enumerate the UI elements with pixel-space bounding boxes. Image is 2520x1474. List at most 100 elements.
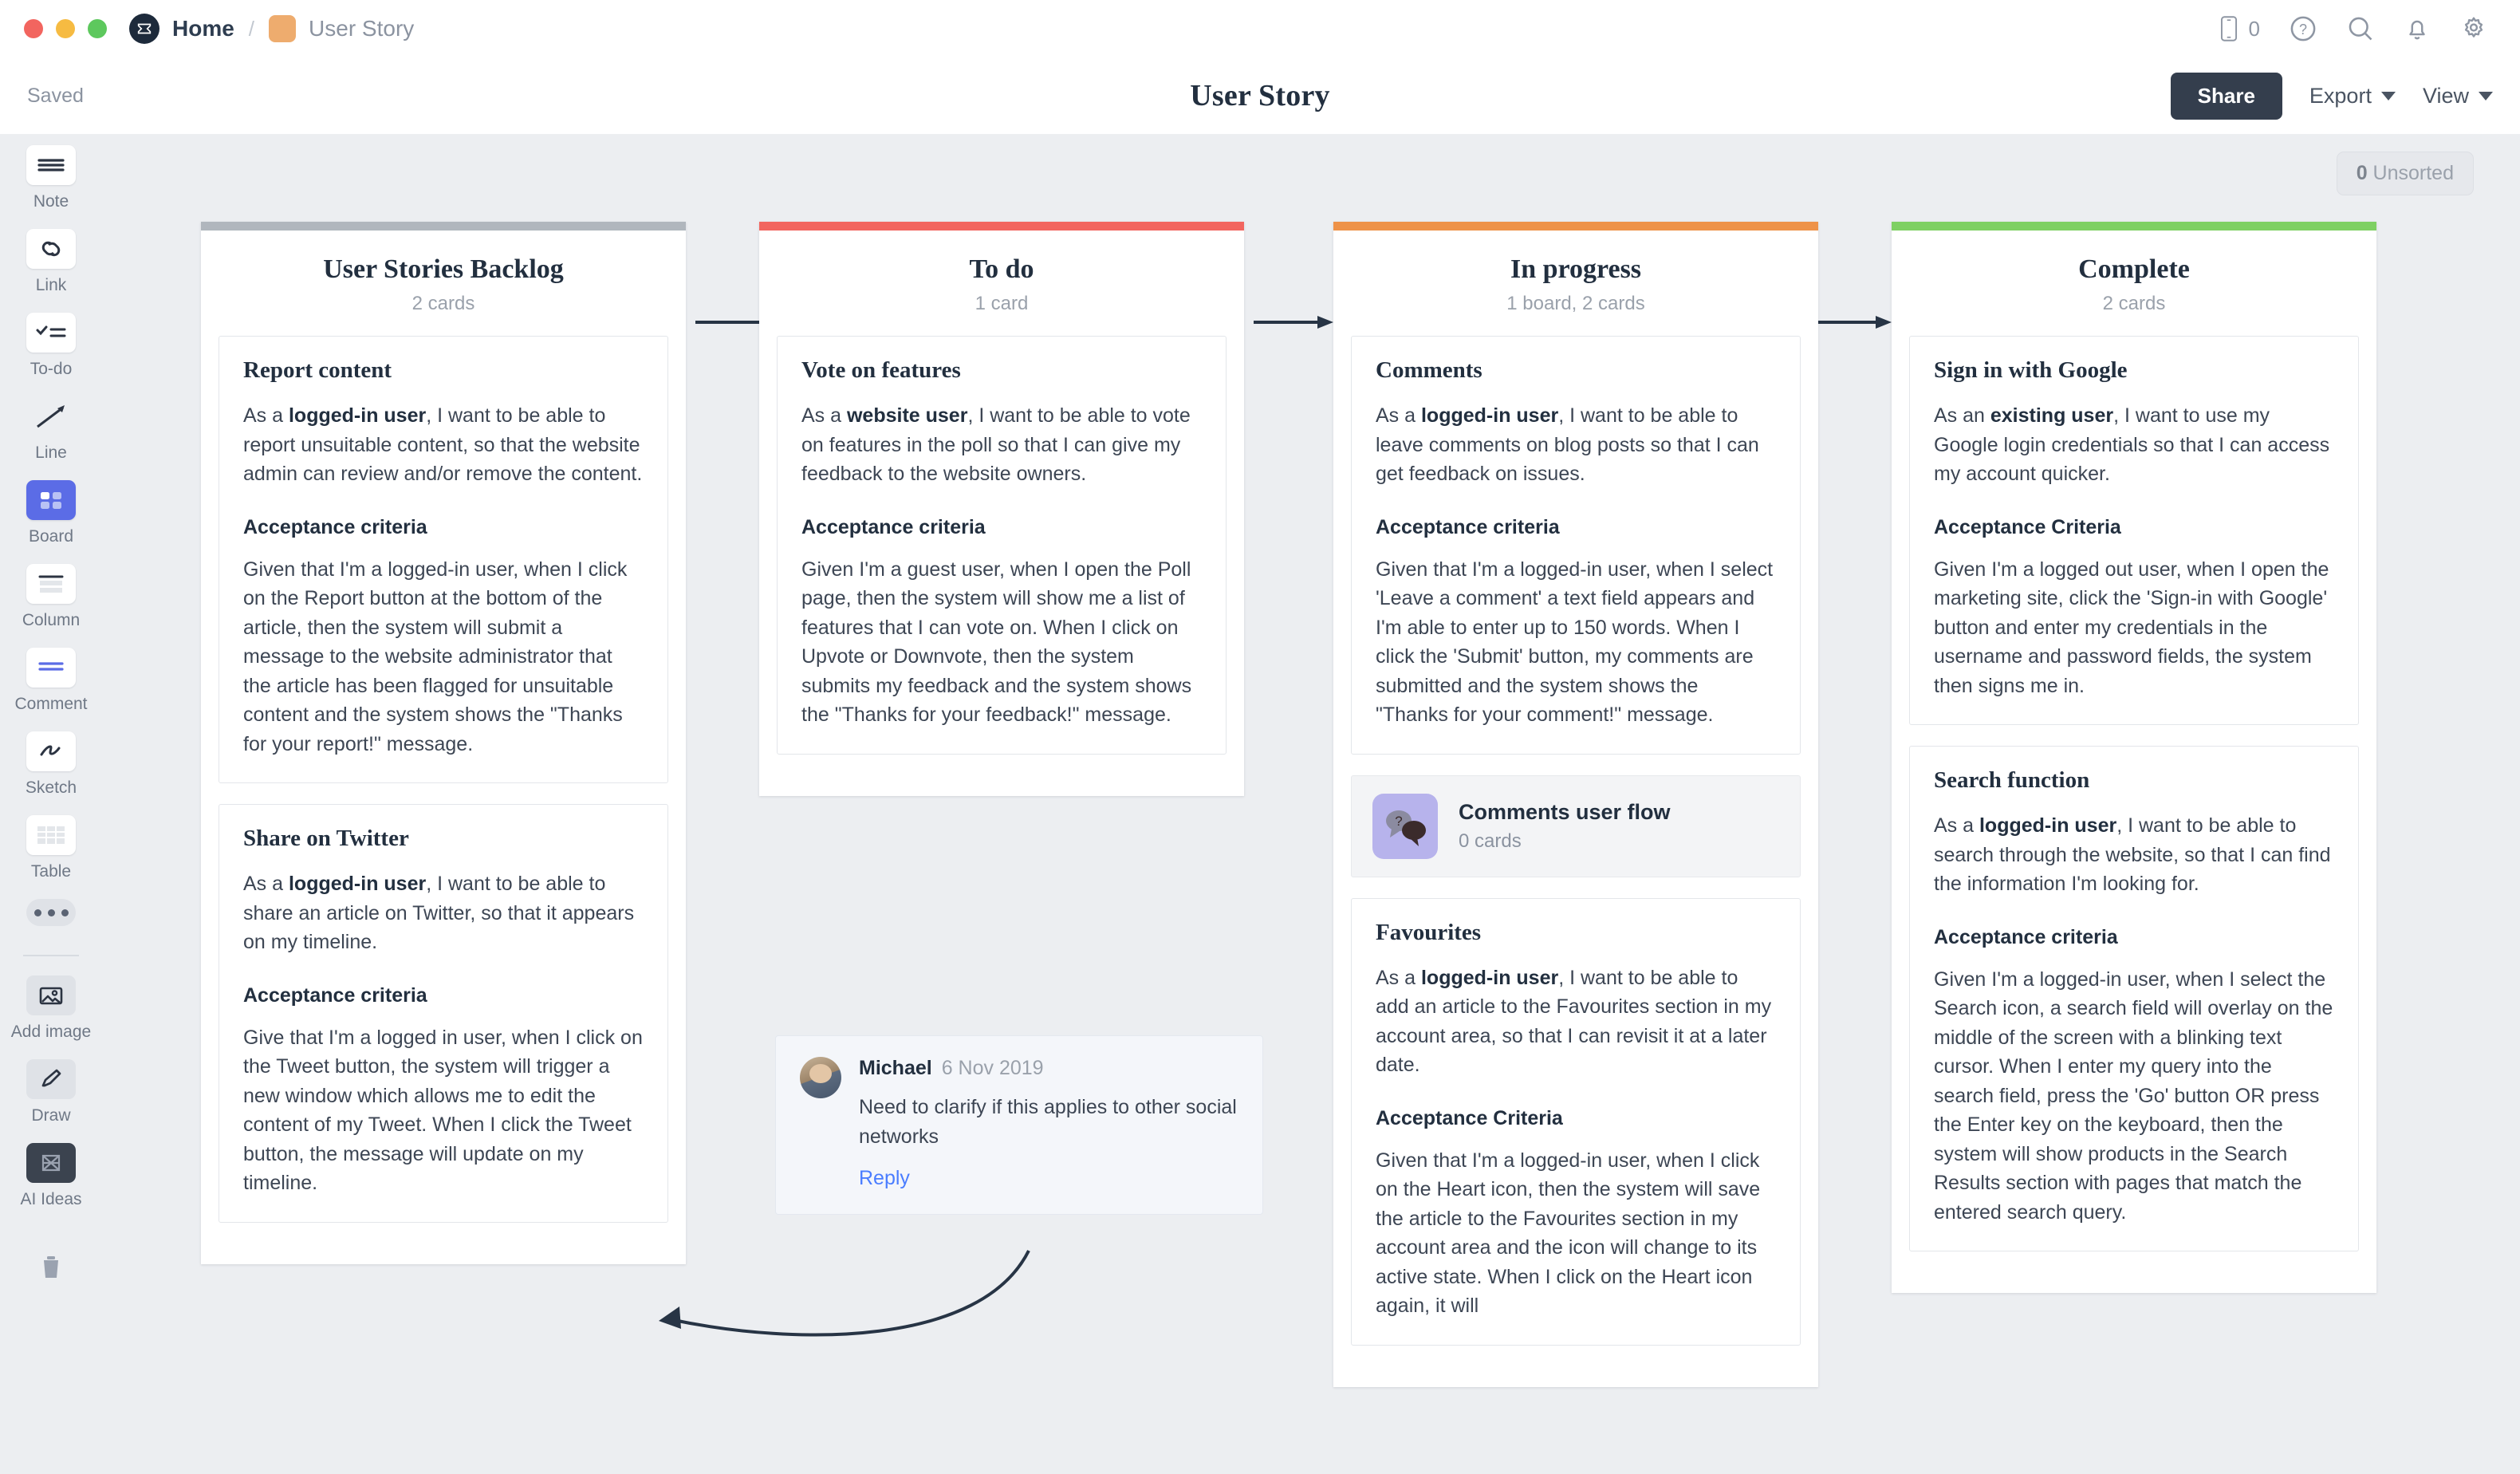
tool-todo-label: To-do (30, 360, 73, 378)
ai-ideas-icon (26, 1143, 76, 1183)
tool-board[interactable]: Board (0, 480, 102, 546)
sub-header: Saved User Story Share Export View (0, 57, 2520, 134)
link-icon (26, 229, 76, 269)
help-icon[interactable]: ? (2289, 14, 2317, 43)
column-title: To do (969, 254, 1034, 284)
card-criteria-heading: Acceptance criteria (1934, 925, 2118, 948)
card-criteria-heading: Acceptance criteria (1376, 515, 1560, 538)
maximize-window-button[interactable] (88, 19, 107, 38)
board-column-in-progress[interactable]: In progress 1 board, 2 cards Comments As… (1333, 222, 1818, 1387)
tool-ai-ideas[interactable]: AI Ideas (0, 1143, 102, 1209)
story-card[interactable]: Sign in with Google As an existing user,… (1909, 336, 2359, 725)
board-column-backlog[interactable]: User Stories Backlog 2 cards Report cont… (201, 222, 686, 1264)
story-card[interactable]: Search function As a logged-in user, I w… (1909, 746, 2359, 1251)
todo-icon (26, 313, 76, 353)
title-bar: Home / User Story 0 ? (0, 0, 2520, 57)
tool-sketch[interactable]: Sketch (0, 731, 102, 798)
column-accent-bar (1333, 222, 1818, 231)
card-criteria-text: Given I'm a logged out user, when I open… (1934, 558, 2329, 697)
story-card[interactable]: Report content As a logged-in user, I wa… (219, 336, 668, 783)
gear-icon[interactable] (2459, 14, 2488, 43)
tool-todo[interactable]: To-do (0, 313, 102, 379)
board-canvas[interactable]: 0 Unsorted Note Link To-do Line Board Co… (0, 134, 2520, 1474)
minimize-window-button[interactable] (56, 19, 75, 38)
column-icon (26, 564, 76, 604)
card-title: Vote on features (801, 357, 961, 383)
title-bar-actions: 0 ? (2217, 14, 2496, 43)
app-window: Home / User Story 0 ? Saved User Story S… (0, 0, 2520, 1474)
image-icon (26, 975, 76, 1015)
tool-draw[interactable]: Draw (0, 1059, 102, 1125)
note-icon (26, 145, 76, 185)
card-criteria-text: Given that I'm a logged-in user, when I … (1376, 1149, 1761, 1318)
tool-board-label: Board (28, 527, 74, 546)
sketch-icon (26, 731, 76, 771)
board-tile-info: Comments user flow 0 cards (1459, 800, 1671, 853)
column-accent-bar (201, 222, 686, 231)
tool-add-image-label: Add image (10, 1023, 92, 1041)
comment-reply-link[interactable]: Reply (859, 1167, 910, 1190)
comment-icon (26, 648, 76, 688)
search-icon[interactable] (2346, 14, 2375, 43)
column-body: Sign in with Google As an existing user,… (1892, 336, 2376, 1293)
comment-date: 6 Nov 2019 (941, 1057, 1044, 1079)
comment-body: Need to clarify if this applies to other… (859, 1096, 1237, 1148)
story-card[interactable]: Comments As a logged-in user, I want to … (1351, 336, 1801, 755)
card-title: Search function (1934, 767, 2090, 793)
card-title: Favourites (1376, 919, 1482, 945)
avatar (800, 1057, 841, 1098)
story-card[interactable]: Favourites As a logged-in user, I want t… (1351, 897, 1801, 1346)
card-title: Sign in with Google (1934, 357, 2128, 383)
comment-content: Michael 6 Nov 2019 Need to clarify if thi… (859, 1057, 1238, 1190)
column-title: In progress (1510, 254, 1642, 284)
tool-line[interactable]: Line (0, 396, 102, 463)
tool-draw-label: Draw (31, 1106, 71, 1125)
breadcrumb-home[interactable]: Home (172, 16, 234, 41)
board-column-todo[interactable]: To do 1 card Vote on features As a websi… (759, 222, 1244, 796)
card-criteria-text: Give that I'm a logged in user, when I c… (243, 1026, 643, 1195)
more-icon (26, 899, 76, 926)
left-toolbar: Note Link To-do Line Board Column Commen… (0, 134, 102, 1474)
card-story: As a logged-in user, I want to be able t… (1376, 404, 1759, 485)
story-card[interactable]: Vote on features As a website user, I wa… (777, 336, 1227, 755)
column-count: 2 cards (411, 293, 475, 314)
tool-table[interactable]: Table (0, 815, 102, 881)
column-header: Complete 2 cards (1892, 231, 2376, 336)
bell-icon[interactable] (2404, 14, 2431, 43)
board-icon (26, 480, 76, 520)
board-thumbnail-icon: ? (1372, 793, 1438, 859)
column-header: In progress 1 board, 2 cards (1333, 231, 1818, 336)
app-logo-icon[interactable] (129, 14, 159, 44)
column-title: User Stories Backlog (323, 254, 564, 284)
breadcrumb-document[interactable]: User Story (309, 16, 414, 41)
unsorted-badge[interactable]: 0 Unsorted (2336, 152, 2474, 195)
card-story: As a logged-in user, I want to be able t… (243, 873, 635, 953)
page-title: User Story (1190, 79, 1330, 112)
nested-board-tile[interactable]: ? Comments user flow 0 cards (1351, 774, 1801, 877)
tool-line-label: Line (35, 443, 67, 462)
device-icon[interactable] (2217, 15, 2241, 42)
unsorted-count: 0 (2356, 162, 2368, 184)
board-column-complete[interactable]: Complete 2 cards Sign in with Google As … (1892, 222, 2376, 1293)
column-count: 1 card (975, 293, 1029, 314)
story-card[interactable]: Share on Twitter As a logged-in user, I … (219, 804, 668, 1223)
card-title: Comments (1376, 357, 1482, 383)
tool-sketch-label: Sketch (25, 778, 77, 797)
tool-note[interactable]: Note (0, 145, 102, 211)
column-count: 2 cards (2102, 293, 2166, 314)
tool-more[interactable] (0, 899, 102, 926)
comment-card[interactable]: Michael 6 Nov 2019 Need to clarify if thi… (775, 1035, 1263, 1215)
card-title: Share on Twitter (243, 826, 409, 851)
column-body: Comments As a logged-in user, I want to … (1333, 336, 1818, 1387)
tool-comment[interactable]: Comment (0, 648, 102, 714)
tool-column[interactable]: Column (0, 564, 102, 630)
tool-link[interactable]: Link (0, 229, 102, 295)
card-story: As a logged-in user, I want to be able t… (1376, 966, 1772, 1077)
close-window-button[interactable] (24, 19, 43, 38)
card-story: As a logged-in user, I want to be able t… (1934, 814, 2331, 895)
card-criteria-text: Given I'm a logged-in user, when I selec… (1934, 968, 2333, 1224)
trash-button[interactable] (0, 1247, 102, 1287)
svg-text:?: ? (1395, 814, 1402, 829)
document-color-swatch (269, 15, 297, 42)
tool-add-image[interactable]: Add image (0, 975, 102, 1042)
